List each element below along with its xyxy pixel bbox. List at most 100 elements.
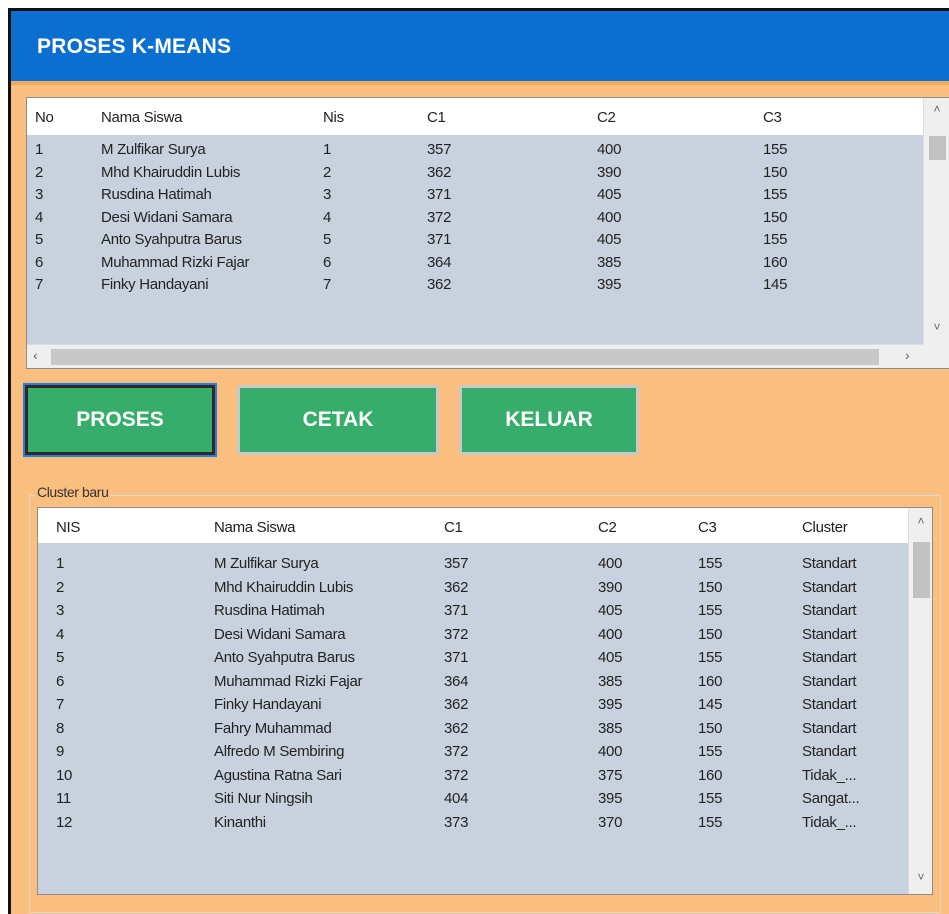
column-header[interactable]: C3 bbox=[763, 109, 782, 126]
table-row[interactable]: 1 M Zulfikar Surya 357 400 155 Standart bbox=[38, 552, 908, 574]
cluster-result-grid[interactable]: NIS Nama Siswa C1 C2 C3 Cluster 1 M Zulfikar S… bbox=[37, 507, 933, 895]
table-cell: Tidak_... bbox=[802, 766, 857, 784]
table-cell: Tidak_... bbox=[802, 813, 857, 831]
column-header[interactable]: Nama Siswa bbox=[101, 109, 183, 126]
table-cell: 150 bbox=[698, 625, 723, 643]
scroll-up-icon[interactable]: ˄ bbox=[909, 514, 932, 528]
column-header[interactable]: NIS bbox=[56, 519, 80, 536]
column-header[interactable]: C2 bbox=[597, 109, 616, 126]
table-cell: 155 bbox=[698, 790, 723, 807]
column-header[interactable]: Nama Siswa bbox=[214, 519, 296, 536]
table-cell: 155 bbox=[698, 555, 723, 572]
table-row[interactable]: 10 Agustina Ratna Sari 372 375 160 Tidak_... bbox=[38, 764, 908, 786]
scroll-thumb[interactable] bbox=[913, 542, 930, 598]
table-cell: 2 bbox=[35, 163, 44, 181]
table-row[interactable]: 4 Desi Widani Samara 4 372 400 150 bbox=[27, 206, 923, 228]
table-cell: 4 bbox=[56, 625, 65, 643]
table-row[interactable]: 6 Muhammad Rizki Fajar 364 385 160 Standart bbox=[38, 670, 908, 692]
table-cell: 405 bbox=[598, 602, 623, 619]
table-row[interactable]: 9 Alfredo M Sembiring 372 400 155 Standart bbox=[38, 740, 908, 762]
cetak-button[interactable]: CETAK bbox=[237, 385, 439, 455]
table-cell: 400 bbox=[598, 555, 623, 572]
table-cell: 155 bbox=[698, 813, 723, 831]
column-header[interactable]: Cluster bbox=[802, 519, 848, 536]
table-cell: Standart bbox=[802, 555, 857, 572]
table-cell: Agustina Ratna Sari bbox=[214, 766, 342, 784]
table-cell: 1 bbox=[323, 141, 332, 158]
table-cell: 145 bbox=[763, 276, 788, 293]
table-cell: 150 bbox=[698, 578, 723, 596]
table-cell: Kinanthi bbox=[214, 813, 266, 831]
table-cell: Anto Syahputra Barus bbox=[214, 649, 355, 666]
table-row[interactable]: 5 Anto Syahputra Barus 5 371 405 155 bbox=[27, 228, 923, 250]
table-cell: 7 bbox=[35, 276, 44, 293]
table-cell: 400 bbox=[598, 625, 623, 643]
scroll-down-icon[interactable]: ˅ bbox=[909, 870, 932, 884]
table-cell: 385 bbox=[598, 672, 623, 690]
table-cell: 155 bbox=[698, 743, 723, 760]
hscroll-thumb[interactable] bbox=[51, 349, 879, 365]
table-row[interactable]: 4 Desi Widani Samara 372 400 150 Standart bbox=[38, 623, 908, 645]
column-header[interactable]: Nis bbox=[323, 109, 344, 126]
table-cell: 3 bbox=[323, 186, 332, 203]
table-row[interactable]: 3 Rusdina Hatimah 3 371 405 155 bbox=[27, 183, 923, 205]
title-divider bbox=[11, 81, 949, 85]
keluar-button[interactable]: KELUAR bbox=[459, 385, 639, 455]
student-grid-header: No Nama Siswa Nis C1 C2 C3 bbox=[27, 98, 923, 136]
table-cell: 12 bbox=[56, 813, 73, 831]
table-cell: 5 bbox=[323, 231, 332, 248]
table-cell: 362 bbox=[427, 276, 452, 293]
kmeans-form: PROSES K-MEANS No Nama Siswa Nis C1 C2 C3 1 M … bbox=[8, 8, 949, 914]
table-row[interactable]: 12 Kinanthi 373 370 155 Tidak_... bbox=[38, 811, 908, 833]
table-cell: 9 bbox=[56, 743, 65, 760]
cluster-grid-header: NIS Nama Siswa C1 C2 C3 Cluster bbox=[38, 508, 908, 544]
column-header[interactable]: C2 bbox=[598, 519, 617, 536]
cluster-grid-vscroll[interactable]: ˄ ˅ bbox=[908, 508, 932, 894]
table-cell: 404 bbox=[444, 790, 469, 807]
table-row[interactable]: 1 M Zulfikar Surya 1 357 400 155 bbox=[27, 138, 923, 160]
table-cell: Sangat... bbox=[802, 790, 860, 807]
student-grid-hscroll[interactable]: ‹ › bbox=[27, 344, 923, 368]
table-row[interactable]: 6 Muhammad Rizki Fajar 6 364 385 160 bbox=[27, 251, 923, 273]
column-header[interactable]: No bbox=[35, 109, 54, 126]
student-data-grid[interactable]: No Nama Siswa Nis C1 C2 C3 1M Zulfikar Surya 1… bbox=[26, 97, 949, 369]
table-row[interactable]: 8 Fahry Muhammad 362 385 150 Standart bbox=[38, 717, 908, 739]
scroll-down-icon[interactable]: ˅ bbox=[924, 320, 949, 334]
table-cell: 372 bbox=[427, 208, 452, 226]
table-cell: Rusdina Hatimah bbox=[214, 602, 325, 619]
column-header[interactable]: C1 bbox=[427, 109, 446, 126]
table-cell: 375 bbox=[598, 766, 623, 784]
table-row[interactable]: 7 Finky Handayani 362 395 145 Standart bbox=[38, 693, 908, 715]
table-cell: Anto Syahputra Barus bbox=[101, 231, 242, 248]
table-cell: 405 bbox=[597, 231, 622, 248]
table-cell: 2 bbox=[56, 578, 65, 596]
table-cell: 400 bbox=[597, 141, 622, 158]
table-cell: 155 bbox=[698, 602, 723, 619]
table-row[interactable]: 3 Rusdina Hatimah 371 405 155 Standart bbox=[38, 599, 908, 621]
table-row[interactable]: 11 Siti Nur Ningsih 404 395 155 Sangat... bbox=[38, 787, 908, 809]
scroll-up-icon[interactable]: ˄ bbox=[924, 102, 949, 116]
table-cell: 395 bbox=[598, 696, 623, 713]
table-row[interactable]: 2 Mhd Khairuddin Lubis 2 362 390 150 bbox=[27, 161, 923, 183]
column-header[interactable]: C1 bbox=[444, 519, 463, 536]
table-cell: 372 bbox=[444, 625, 469, 643]
table-row[interactable]: 5 Anto Syahputra Barus 371 405 155 Standart bbox=[38, 646, 908, 668]
table-row[interactable]: 7 Finky Handayani 7 362 395 145 bbox=[27, 273, 923, 295]
scroll-left-icon[interactable]: ‹ bbox=[33, 347, 38, 363]
table-cell: Standart bbox=[802, 625, 857, 643]
student-grid-vscroll[interactable]: ˄ ˅ bbox=[923, 98, 949, 344]
table-cell: 2 bbox=[323, 163, 332, 181]
table-cell: 371 bbox=[444, 602, 469, 619]
table-cell: Standart bbox=[802, 743, 857, 760]
table-cell: 1 bbox=[56, 555, 65, 572]
scroll-thumb[interactable] bbox=[929, 136, 946, 160]
proses-button[interactable]: PROSES bbox=[23, 383, 217, 457]
table-cell: 370 bbox=[598, 813, 623, 831]
table-cell: 6 bbox=[56, 672, 65, 690]
scroll-right-icon[interactable]: › bbox=[905, 347, 910, 363]
table-row[interactable]: 2 Mhd Khairuddin Lubis 362 390 150 Standart bbox=[38, 576, 908, 598]
table-cell: Muhammad Rizki Fajar bbox=[214, 672, 363, 690]
table-cell: M Zulfikar Surya bbox=[214, 555, 319, 572]
table-cell: 372 bbox=[444, 766, 469, 784]
column-header[interactable]: C3 bbox=[698, 519, 717, 536]
